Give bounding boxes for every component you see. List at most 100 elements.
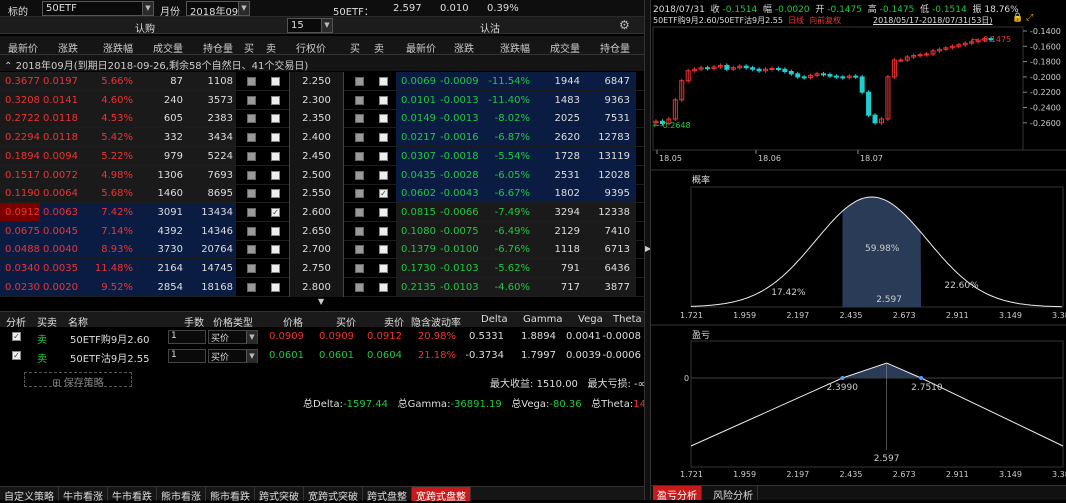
chevron-down-icon[interactable]: ▼: [321, 19, 332, 32]
chevron-down-icon[interactable]: ▼: [142, 2, 153, 15]
put-sell-checkbox[interactable]: [379, 245, 388, 255]
call-sell-checkbox[interactable]: [271, 245, 280, 255]
col-call-pct[interactable]: 涨跌幅: [85, 40, 133, 55]
put-buy-checkbox[interactable]: [355, 189, 364, 199]
put-buy-checkbox[interactable]: [355, 264, 364, 273]
tab-strategy-7[interactable]: 跨式盘整: [363, 487, 412, 503]
put-sell-checkbox[interactable]: [379, 207, 388, 217]
call-sell-checkbox[interactable]: [271, 114, 280, 124]
put-buy-checkbox[interactable]: [355, 226, 364, 236]
call-buy-checkbox[interactable]: [247, 226, 256, 236]
call-sell-checkbox[interactable]: [271, 264, 280, 273]
tab-strategy-8[interactable]: 宽跨式盘整: [412, 487, 471, 503]
col-put-oi[interactable]: 持仓量: [584, 40, 630, 55]
call-sell-checkbox[interactable]: [271, 151, 280, 161]
price-type-select[interactable]: 买价 ▼: [208, 330, 258, 344]
row-count-select[interactable]: 15 ▼: [287, 18, 333, 33]
tab-strategy-0[interactable]: 自定义策略: [0, 487, 59, 503]
put-buy-checkbox[interactable]: [355, 151, 364, 161]
leg-side[interactable]: 卖: [37, 331, 47, 346]
col-call-oi[interactable]: 持仓量: [187, 40, 233, 55]
call-buy-checkbox[interactable]: [247, 151, 256, 161]
call-sell-checkbox[interactable]: [271, 95, 280, 105]
put-sell-checkbox[interactable]: [379, 114, 388, 124]
tab-strategy-6[interactable]: 宽跨式突破: [304, 487, 363, 503]
option-row[interactable]: 0.1517 0.0072 4.98% 1306 7693 2.500 0.04…: [0, 165, 644, 185]
put-buy-checkbox[interactable]: [355, 282, 364, 292]
call-sell-checkbox[interactable]: [271, 133, 280, 143]
collapse-icon[interactable]: ⌃: [4, 61, 12, 72]
analyze-checkbox[interactable]: ✓: [12, 332, 21, 341]
call-buy-checkbox[interactable]: [247, 133, 256, 143]
put-sell-checkbox[interactable]: [379, 77, 388, 86]
chevron-down-icon[interactable]: ▼: [318, 297, 326, 306]
put-sell-checkbox[interactable]: [379, 264, 388, 273]
call-buy-checkbox[interactable]: [247, 207, 256, 217]
put-sell-checkbox[interactable]: [379, 226, 388, 236]
call-buy-checkbox[interactable]: [247, 245, 256, 255]
put-sell-checkbox[interactable]: ✓: [379, 189, 388, 199]
option-row[interactable]: 0.3677 0.0197 5.66% 87 1108 2.250 0.0069…: [0, 72, 644, 91]
option-row[interactable]: 0.0675 0.0045 7.14% 4392 14346 2.650 0.1…: [0, 221, 644, 241]
leg-price[interactable]: 0.0601: [268, 350, 304, 361]
price-type-select[interactable]: 买价 ▼: [208, 349, 258, 363]
call-buy-checkbox[interactable]: [247, 95, 256, 105]
option-row[interactable]: 0.0340 0.0035 11.48% 2164 14745 2.750 0.…: [0, 259, 644, 278]
tab-strategy-1[interactable]: 牛市看涨: [59, 487, 108, 503]
col-put-pct[interactable]: 涨跌幅: [482, 40, 530, 55]
month-select[interactable]: 2018年09月 ▼: [186, 1, 250, 16]
put-sell-checkbox[interactable]: [379, 170, 388, 180]
analyze-checkbox[interactable]: ✓: [12, 351, 21, 360]
put-buy-checkbox[interactable]: [355, 245, 364, 255]
leg-price[interactable]: 0.0909: [268, 331, 304, 342]
call-buy-checkbox[interactable]: [247, 170, 256, 180]
call-buy-checkbox[interactable]: [247, 189, 256, 199]
tab-strategy-5[interactable]: 跨式突破: [255, 487, 304, 503]
call-buy-checkbox[interactable]: [247, 282, 256, 292]
call-sell-checkbox[interactable]: [271, 282, 280, 292]
col-call-vol[interactable]: 成交量: [137, 40, 183, 55]
col-put-vol[interactable]: 成交量: [534, 40, 580, 55]
chevron-down-icon[interactable]: ▼: [246, 350, 257, 363]
call-sell-checkbox[interactable]: [271, 189, 280, 199]
strategy-leg-row[interactable]: ✓ 卖 50ETF沽9月2.55 1 买价 ▼ 0.0601 0.0601 0.0…: [0, 347, 644, 365]
option-row[interactable]: 0.2722 0.0118 4.53% 605 2383 2.350 0.014…: [0, 109, 644, 129]
option-row[interactable]: 0.3208 0.0141 4.60% 240 3573 2.300 0.010…: [0, 90, 644, 110]
put-sell-checkbox[interactable]: [379, 95, 388, 105]
put-buy-checkbox[interactable]: [355, 133, 364, 143]
option-row[interactable]: 0.1894 0.0094 5.22% 979 5224 2.450 0.030…: [0, 146, 644, 166]
call-sell-checkbox[interactable]: [271, 170, 280, 180]
call-sell-checkbox[interactable]: [271, 77, 280, 86]
option-row[interactable]: 0.0488 0.0040 8.93% 3730 20764 2.700 0.1…: [0, 240, 644, 260]
call-buy-checkbox[interactable]: [247, 264, 256, 273]
qty-stepper[interactable]: 1: [168, 349, 206, 363]
chevron-down-icon[interactable]: ▼: [238, 2, 249, 15]
tab-strategy-2[interactable]: 牛市看跌: [108, 487, 157, 503]
call-sell-checkbox[interactable]: ✓: [271, 207, 280, 217]
put-buy-checkbox[interactable]: [355, 95, 364, 105]
gear-icon[interactable]: ⚙: [619, 18, 630, 32]
option-row[interactable]: 0.1190 0.0064 5.68% 1460 8695 2.550 ✓ 0.…: [0, 184, 644, 204]
option-row[interactable]: 0.0912 0.0063 7.42% 3091 13434 ✓ 2.600 0…: [0, 202, 644, 222]
call-sell-checkbox[interactable]: [271, 226, 280, 236]
tab-risk-analysis[interactable]: 风险分析: [709, 486, 758, 502]
expiry-group-row[interactable]: ⌃ 2018年09月(到期日2018-09-26,剩余58个自然日、41个交易日…: [0, 55, 644, 72]
put-buy-checkbox[interactable]: [355, 170, 364, 180]
put-sell-checkbox[interactable]: [379, 133, 388, 143]
call-buy-checkbox[interactable]: [247, 114, 256, 124]
tab-strategy-4[interactable]: 熊市看跌: [206, 487, 255, 503]
col-call-chg[interactable]: 涨跌: [40, 40, 78, 55]
save-strategy-button[interactable]: ⊞ 保存策略: [24, 372, 132, 389]
col-strike[interactable]: 行权价: [289, 40, 333, 55]
put-buy-checkbox[interactable]: [355, 77, 364, 86]
strategy-leg-row[interactable]: ✓ 卖 50ETF购9月2.60 1 买价 ▼ 0.0909 0.0909 0.0…: [0, 328, 644, 346]
leg-side[interactable]: 卖: [37, 350, 47, 365]
col-put-chg[interactable]: 涨跌: [440, 40, 474, 55]
put-sell-checkbox[interactable]: [379, 151, 388, 161]
option-row[interactable]: 0.2294 0.0118 5.42% 332 3434 2.400 0.021…: [0, 128, 644, 148]
put-sell-checkbox[interactable]: [379, 282, 388, 292]
col-put-last[interactable]: 最新价: [400, 40, 436, 55]
chevron-down-icon[interactable]: ▼: [246, 331, 257, 344]
tab-strategy-3[interactable]: 熊市看涨: [157, 487, 206, 503]
tab-pnl-analysis[interactable]: 盈亏分析: [653, 486, 702, 502]
